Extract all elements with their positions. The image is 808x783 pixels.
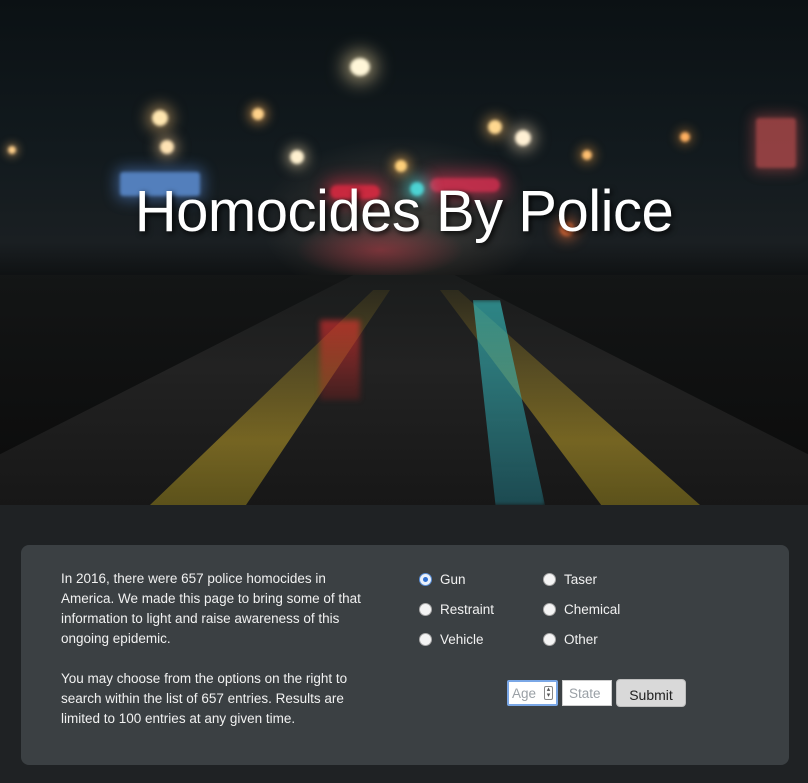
red-light-reflection [320, 320, 360, 400]
radio-button-other[interactable] [543, 632, 556, 646]
radio-button-gun[interactable] [419, 572, 432, 586]
number-spinner-icon[interactable]: ▴ ▾ [544, 686, 553, 700]
intro-text: In 2016, there were 657 police homocides… [61, 569, 381, 729]
street-light [515, 130, 531, 146]
street-light [160, 140, 174, 154]
radio-option-vehicle[interactable]: Vehicle [419, 629, 543, 649]
radio-label: Chemical [564, 601, 621, 617]
page-title: Homocides By Police [134, 179, 674, 244]
state-input[interactable] [562, 680, 612, 706]
street-light [290, 150, 304, 164]
radio-button-chemical[interactable] [543, 602, 556, 616]
hero-banner: Homocides By Police [0, 0, 808, 505]
radio-label: Other [564, 631, 598, 647]
radio-button-vehicle[interactable] [419, 632, 432, 646]
radio-button-restraint[interactable] [419, 602, 432, 616]
radio-option-other[interactable]: Other [543, 629, 673, 649]
street-light [680, 132, 690, 142]
street-light [152, 110, 168, 126]
street-light [395, 160, 407, 172]
radio-button-taser[interactable] [543, 572, 556, 586]
street-light [350, 58, 370, 76]
street-light [488, 120, 502, 134]
street-light [8, 146, 16, 154]
instructions-paragraph: You may choose from the options on the r… [61, 671, 348, 726]
radio-label: Vehicle [440, 631, 484, 647]
radio-option-chemical[interactable]: Chemical [543, 599, 673, 619]
radio-label: Taser [564, 571, 598, 587]
age-input[interactable]: Age ▴ ▾ [507, 680, 558, 706]
search-form: Age ▴▾ Submit [507, 679, 686, 707]
radio-option-taser[interactable]: Taser [543, 569, 673, 589]
info-panel: In 2016, there were 657 police homocides… [21, 545, 789, 765]
radio-label: Restraint [440, 601, 495, 617]
street-light [252, 108, 264, 120]
red-sign [756, 118, 796, 168]
intro-paragraph: In 2016, there were 657 police homocides… [61, 571, 361, 646]
submit-button[interactable]: Submit [616, 679, 686, 707]
street-light [582, 150, 592, 160]
radio-option-restraint[interactable]: Restraint [419, 599, 543, 619]
age-placeholder: Age [512, 685, 537, 701]
radio-label: Gun [440, 571, 466, 587]
radio-option-gun[interactable]: Gun [419, 569, 543, 589]
method-radio-group: Gun Taser Restraint Chemical Vehicle Oth… [419, 569, 679, 649]
